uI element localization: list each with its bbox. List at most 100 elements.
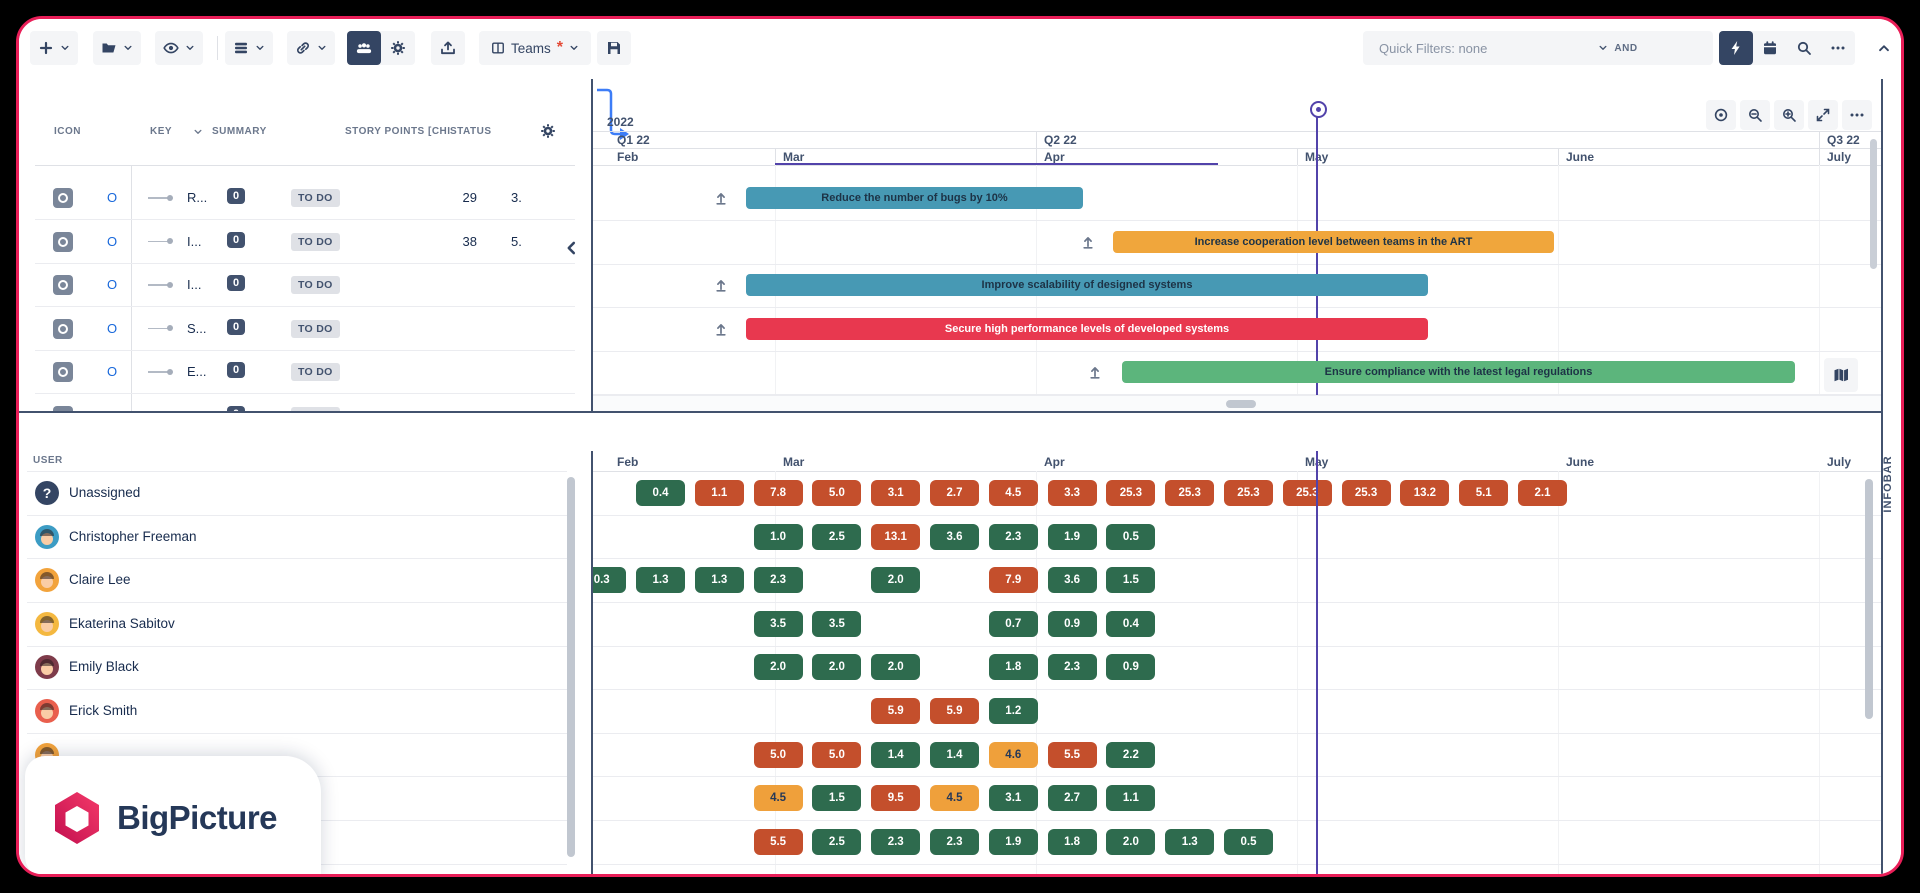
workload-cell[interactable]: 2.3: [930, 829, 979, 855]
user-name[interactable]: Erick Smith: [69, 703, 137, 718]
workload-cell[interactable]: 4.5: [930, 785, 979, 811]
today-marker[interactable]: [1310, 101, 1327, 118]
issue-key-link[interactable]: O: [107, 321, 117, 336]
workload-cell[interactable]: 3.1: [989, 785, 1038, 811]
and-operator-label[interactable]: AND: [1614, 43, 1637, 54]
user-list-scrollbar-thumb[interactable]: [567, 477, 575, 857]
user-column-header[interactable]: USER: [33, 455, 63, 466]
workload-cell[interactable]: 13.1: [871, 524, 920, 550]
resources-button[interactable]: [347, 31, 381, 65]
workload-cell[interactable]: 25.3: [1342, 480, 1391, 506]
user-name[interactable]: Claire Lee: [69, 572, 131, 587]
workload-cell[interactable]: 0.9: [1048, 611, 1097, 637]
objective-type-icon[interactable]: [53, 362, 73, 382]
workload-cell[interactable]: 2.0: [871, 567, 920, 593]
workload-cell[interactable]: 2.5: [812, 829, 861, 855]
workload-cell[interactable]: 2.3: [989, 524, 1038, 550]
workload-cell[interactable]: 3.3: [1048, 480, 1097, 506]
gantt-bar[interactable]: Improve scalability of designed systems: [746, 274, 1428, 296]
workload-cell[interactable]: 0.7: [989, 611, 1038, 637]
table-row[interactable]: OR...0TO DO293.: [35, 176, 575, 220]
workload-cell[interactable]: 5.0: [812, 742, 861, 768]
sort-chevron-icon[interactable]: [193, 127, 203, 137]
user-name[interactable]: Emily Black: [69, 659, 139, 674]
objective-type-icon[interactable]: [53, 232, 73, 252]
workload-cell[interactable]: 0.4: [1106, 611, 1155, 637]
workload-cell[interactable]: 4.6: [989, 742, 1038, 768]
workload-cell[interactable]: 2.0: [1106, 829, 1155, 855]
workload-cell[interactable]: 2.2: [1106, 742, 1155, 768]
workload-cell[interactable]: 25.3: [1106, 480, 1155, 506]
status-badge[interactable]: TO DO: [291, 320, 340, 338]
workload-cell[interactable]: 2.7: [930, 480, 979, 506]
workload-cell[interactable]: 25.3: [1283, 480, 1332, 506]
rows-button[interactable]: [225, 31, 273, 65]
workload-cell[interactable]: 1.5: [812, 785, 861, 811]
workload-cell[interactable]: 13.2: [1400, 480, 1449, 506]
user-name[interactable]: Unassigned: [69, 485, 140, 500]
workload-cell[interactable]: 5.9: [930, 698, 979, 724]
objective-type-icon[interactable]: [53, 406, 73, 411]
view-button[interactable]: [155, 31, 203, 65]
quick-filters-control[interactable]: Quick Filters: none AND: [1363, 31, 1713, 65]
workload-cell[interactable]: 0.5: [1224, 829, 1273, 855]
workload-cell[interactable]: 1.4: [871, 742, 920, 768]
heatmap-scrollbar-thumb[interactable]: [1865, 479, 1873, 719]
status-badge[interactable]: TO DO: [291, 276, 340, 294]
workload-cell[interactable]: 25.3: [1224, 480, 1273, 506]
workload-cell[interactable]: 9.5: [871, 785, 920, 811]
table-row[interactable]: OE...0TO DO: [35, 350, 575, 394]
workload-cell[interactable]: 0.5: [1106, 524, 1155, 550]
workload-cell[interactable]: 0.9: [1106, 654, 1155, 680]
issue-key-link[interactable]: O: [107, 190, 117, 205]
workload-cell[interactable]: 5.5: [1048, 742, 1097, 768]
workload-cell[interactable]: 3.5: [812, 611, 861, 637]
workload-cell[interactable]: 2.0: [871, 654, 920, 680]
workload-cell[interactable]: 1.0: [754, 524, 803, 550]
zoom-out-button[interactable]: [1740, 100, 1770, 130]
workload-cell[interactable]: 1.8: [989, 654, 1038, 680]
workload-cell[interactable]: 2.3: [754, 567, 803, 593]
open-box-button[interactable]: [93, 31, 141, 65]
quick-actions-button[interactable]: [1719, 31, 1753, 65]
user-name[interactable]: Ekaterina Sabitov: [69, 616, 175, 631]
workload-cell[interactable]: 1.3: [1165, 829, 1214, 855]
status-badge[interactable]: TO DO: [291, 407, 340, 411]
table-row[interactable]: OI...0TO DO: [35, 394, 575, 411]
teams-view-selector[interactable]: Teams *: [479, 31, 591, 65]
workload-cell[interactable]: 0.4: [636, 480, 685, 506]
user-name[interactable]: Christopher Freeman: [69, 529, 197, 544]
workload-cell[interactable]: 1.1: [695, 480, 744, 506]
workload-cell[interactable]: 3.1: [871, 480, 920, 506]
column-header-key[interactable]: KEY: [150, 126, 172, 137]
workload-cell[interactable]: 2.7: [1048, 785, 1097, 811]
workload-cell[interactable]: 25.3: [1165, 480, 1214, 506]
export-arrow-icon[interactable]: [1080, 234, 1096, 250]
workload-cell[interactable]: 1.1: [1106, 785, 1155, 811]
search-button[interactable]: [1787, 31, 1821, 65]
summary-text[interactable]: S...: [187, 321, 207, 336]
workload-cell[interactable]: 2.1: [1518, 480, 1567, 506]
issue-key-link[interactable]: O: [107, 277, 117, 292]
gantt-bar[interactable]: Increase cooperation level between teams…: [1113, 231, 1554, 253]
column-header-status[interactable]: STATUS: [450, 126, 492, 137]
scope-to-today-button[interactable]: [1706, 100, 1736, 130]
status-badge[interactable]: TO DO: [291, 233, 340, 251]
workload-cell[interactable]: 1.9: [1048, 524, 1097, 550]
workload-cell[interactable]: 1.3: [636, 567, 685, 593]
collapse-table-chevron[interactable]: [562, 239, 580, 257]
vertical-scrollbar-thumb[interactable]: [1870, 139, 1877, 269]
workload-cell[interactable]: 5.1: [1459, 480, 1508, 506]
workload-cell[interactable]: 5.5: [754, 829, 803, 855]
workload-cell[interactable]: 1.9: [989, 829, 1038, 855]
horizontal-scrollbar-thumb[interactable]: [1226, 400, 1256, 408]
workload-cell[interactable]: 5.9: [871, 698, 920, 724]
export-arrow-icon[interactable]: [1087, 364, 1103, 380]
workload-cell[interactable]: 5.0: [754, 742, 803, 768]
create-button[interactable]: [30, 31, 78, 65]
issue-key-link[interactable]: O: [107, 408, 117, 411]
horizontal-scrollbar[interactable]: [593, 395, 1881, 411]
workload-cell[interactable]: 2.3: [871, 829, 920, 855]
workload-cell[interactable]: 5.0: [812, 480, 861, 506]
summary-text[interactable]: I...: [187, 408, 201, 411]
